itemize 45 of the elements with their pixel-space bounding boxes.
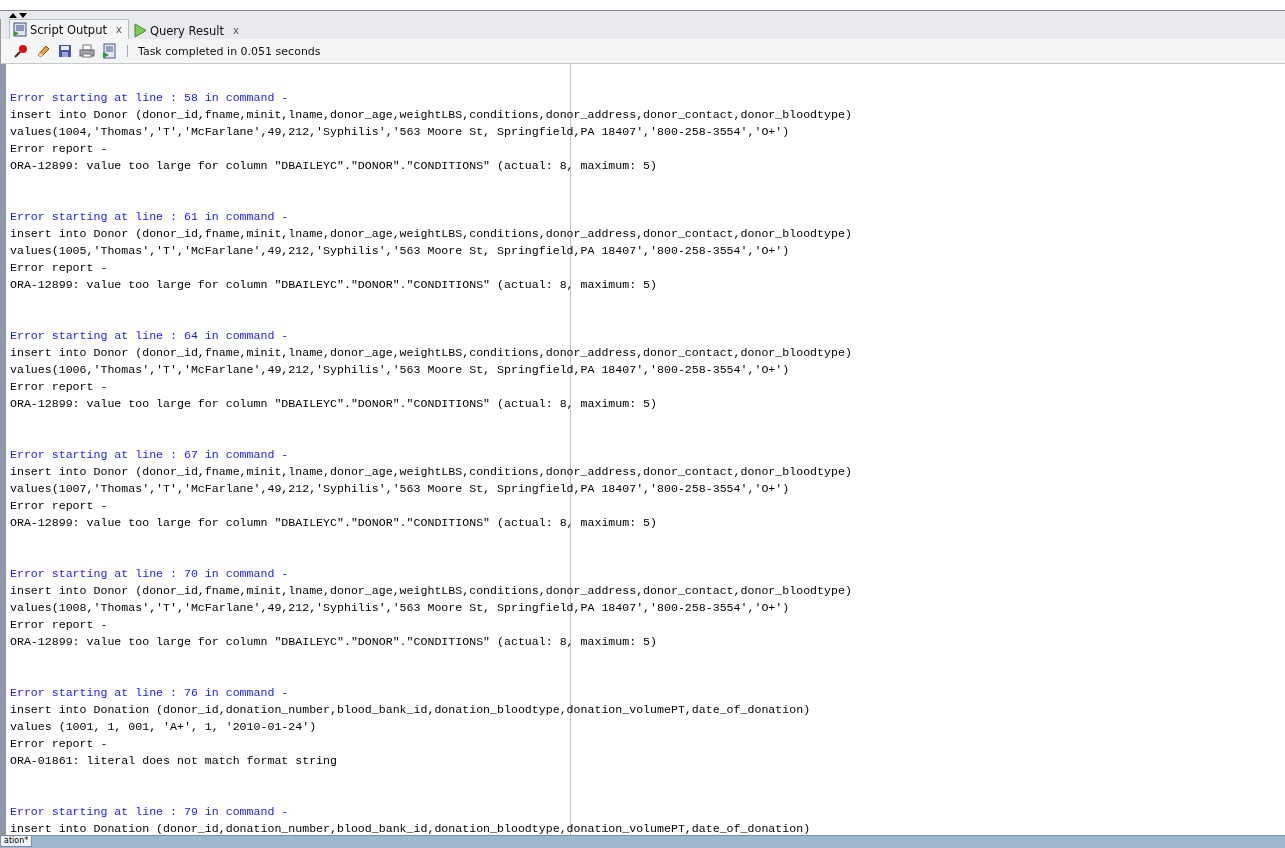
- output-line: Error report -: [10, 379, 109, 395]
- output-line: ORA-12899: value too large for column "DBAILEYC"."DONOR"."CONDITIONS" (actual: 8, maximum: 5): [10, 515, 659, 531]
- printer-icon[interactable]: [79, 43, 95, 59]
- close-tab-button[interactable]: x: [115, 24, 122, 35]
- split-arrows-icon[interactable]: [8, 11, 28, 19]
- output-line: ORA-12899: value too large for column "DBAILEYC"."DONOR"."CONDITIONS" (actual: 8, maximum: 5): [10, 158, 659, 174]
- output-line: ORA-01861: literal does not match format string: [10, 753, 338, 769]
- output-line: insert into Donor (donor_id,fname,minit,lname,donor_age,weightLBS,conditions,donor_address,donor_contact,donor_bloodtype): [10, 345, 853, 361]
- output-line: insert into Donor (donor_id,fname,minit,lname,donor_age,weightLBS,conditions,donor_address,donor_contact,donor_bloodtype): [10, 107, 853, 123]
- run-script-icon[interactable]: [101, 43, 117, 59]
- pin-icon[interactable]: [13, 43, 29, 59]
- error-heading: Error starting at line : 79 in command -: [10, 804, 290, 820]
- taskbar-tab[interactable]: ation*: [0, 836, 33, 847]
- output-line: insert into Donor (donor_id,fname,minit,lname,donor_age,weightLBS,conditions,donor_address,donor_contact,donor_bloodtype): [10, 583, 853, 599]
- tab[interactable]: Script Output x: [9, 19, 129, 39]
- output-line: Error report -: [10, 141, 109, 157]
- error-heading: Error starting at line : 61 in command -: [10, 209, 290, 225]
- output-line: insert into Donation (donor_id,donation_number,blood_bank_id,donation_bloodtype,donation_volumePT,date_of_donation): [10, 702, 812, 718]
- eraser-icon[interactable]: [35, 43, 51, 59]
- output-line: insert into Donation (donor_id,donation_number,blood_bank_id,donation_bloodtype,donation_volumePT,date_of_donation): [10, 821, 812, 835]
- error-heading: Error starting at line : 70 in command -: [10, 566, 290, 582]
- output-line: insert into Donor (donor_id,fname,minit,lname,donor_age,weightLBS,conditions,donor_address,donor_contact,donor_bloodtype): [10, 464, 853, 480]
- output-line: Error report -: [10, 736, 109, 752]
- output-line: values(1008,'Thomas','T','McFarlane',49,212,'Syphilis','563 Moore St, Springfield,PA 18407','800-258-3554','O+'): [10, 600, 791, 616]
- output-line: insert into Donor (donor_id,fname,minit,lname,donor_age,weightLBS,conditions,donor_address,donor_contact,donor_bloodtype): [10, 226, 853, 242]
- save-icon[interactable]: [57, 43, 73, 59]
- output-line: values (1001, 1, 001, 'A+', 1, '2010-01-24'): [10, 719, 318, 735]
- error-heading: Error starting at line : 64 in command -: [10, 328, 290, 344]
- output-line: values(1006,'Thomas','T','McFarlane',49,212,'Syphilis','563 Moore St, Springfield,PA 18407','800-258-3554','O+'): [10, 362, 791, 378]
- output-line: ORA-12899: value too large for column "DBAILEYC"."DONOR"."CONDITIONS" (actual: 8, maximum: 5): [10, 634, 659, 650]
- output-line: Error report -: [10, 617, 109, 633]
- status-text: Task completed in 0.051 seconds: [138, 44, 321, 58]
- output-line: values(1005,'Thomas','T','McFarlane',49,212,'Syphilis','563 Moore St, Springfield,PA 18407','800-258-3554','O+'): [10, 243, 791, 259]
- error-heading: Error starting at line : 58 in command -: [10, 90, 290, 106]
- output-line: values(1007,'Thomas','T','McFarlane',49,212,'Syphilis','563 Moore St, Springfield,PA 18407','800-258-3554','O+'): [10, 481, 791, 497]
- output-line: values(1004,'Thomas','T','McFarlane',49,212,'Syphilis','563 Moore St, Springfield,PA 18407','800-258-3554','O+'): [10, 124, 791, 140]
- error-heading: Error starting at line : 67 in command -: [10, 447, 290, 463]
- tab[interactable]: Query Result x: [128, 21, 246, 39]
- script-icon: [13, 22, 27, 37]
- output-line: ORA-12899: value too large for column "DBAILEYC"."DONOR"."CONDITIONS" (actual: 8, maximum: 5): [10, 396, 659, 412]
- error-heading: Error starting at line : 76 in command -: [10, 685, 290, 701]
- output-line: Error report -: [10, 498, 109, 514]
- output-line: ORA-12899: value too large for column "DBAILEYC"."DONOR"."CONDITIONS" (actual: 8, maximum: 5): [10, 277, 659, 293]
- close-tab-button[interactable]: x: [233, 25, 239, 36]
- output-line: Error report -: [10, 260, 109, 276]
